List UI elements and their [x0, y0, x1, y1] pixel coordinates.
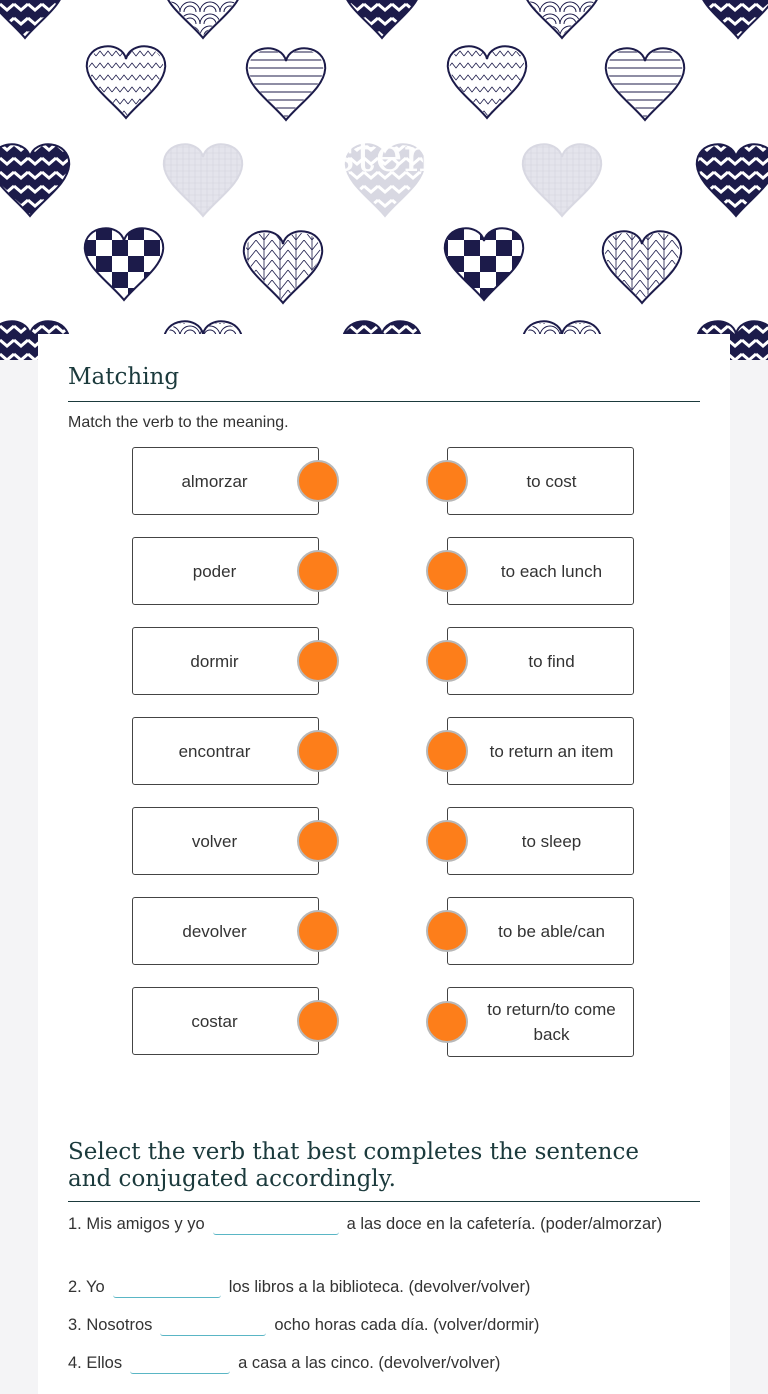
- match-left-item[interactable]: almorzar: [132, 447, 319, 515]
- match-left-item[interactable]: volver: [132, 807, 319, 875]
- match-right-connector-dot[interactable]: [426, 910, 468, 952]
- worksheet-card: Matching Match the verb to the meaning. …: [38, 334, 730, 1394]
- match-left-label: almorzar: [181, 471, 248, 491]
- match-right-item[interactable]: to sleep: [447, 807, 634, 875]
- match-right-item[interactable]: to return/to come back: [447, 987, 634, 1057]
- match-right-connector-dot[interactable]: [426, 730, 468, 772]
- match-left-item[interactable]: encontrar: [132, 717, 319, 785]
- match-right-connector-dot[interactable]: [426, 820, 468, 862]
- match-right-label: to find: [528, 651, 575, 671]
- heart-icon: [83, 227, 165, 302]
- answer-blank-input[interactable]: [130, 1353, 231, 1374]
- match-right-label: to sleep: [521, 831, 582, 851]
- match-left-connector-dot[interactable]: [297, 730, 339, 772]
- match-left-connector-dot[interactable]: [297, 910, 339, 952]
- worksheet-title: o e stem ng: [243, 128, 525, 182]
- match-left-item[interactable]: poder: [132, 537, 319, 605]
- match-right-connector-dot[interactable]: [426, 460, 468, 502]
- answer-blank-input[interactable]: [212, 1214, 339, 1235]
- match-left-connector-dot[interactable]: [297, 460, 339, 502]
- match-right-label: to return an item: [489, 741, 614, 761]
- header-banner: o e stem ng: [0, 0, 768, 360]
- match-left-connector-dot[interactable]: [297, 1000, 339, 1042]
- match-left-label: poder: [192, 561, 237, 581]
- matching-divider: [68, 401, 700, 402]
- match-right-label: to each lunch: [500, 561, 603, 581]
- match-left-label: dormir: [190, 651, 239, 671]
- match-left-label: costar: [191, 1011, 238, 1031]
- match-left-connector-dot[interactable]: [297, 640, 339, 682]
- match-left-item[interactable]: costar: [132, 987, 319, 1055]
- match-left-label: devolver: [182, 921, 247, 941]
- match-right-item[interactable]: to find: [447, 627, 634, 695]
- heart-pattern-fill: [170, 0, 236, 37]
- fill-in-divider: [68, 1201, 700, 1202]
- answer-blank-input[interactable]: [160, 1315, 267, 1336]
- answer-blank-input[interactable]: [112, 1277, 221, 1298]
- match-right-label: to be able/can: [498, 921, 605, 941]
- heart-icon: [0, 0, 61, 40]
- question-item: 2. Yo los libros a la biblioteca. (devolv…: [68, 1274, 700, 1301]
- match-left-label: encontrar: [178, 741, 251, 761]
- match-right-connector-dot[interactable]: [426, 1001, 468, 1043]
- question-suffix: los libros a la biblioteca. (devolver/vo…: [228, 1278, 531, 1296]
- match-left-item[interactable]: devolver: [132, 897, 319, 965]
- match-left-label: volver: [191, 831, 238, 851]
- question-suffix: ocho horas cada día. (volver/dormir): [274, 1316, 540, 1334]
- question-prefix: 1. Mis amigos y yo: [68, 1215, 205, 1233]
- match-right-connector-dot[interactable]: [426, 550, 468, 592]
- match-left-connector-dot[interactable]: [297, 550, 339, 592]
- match-right-connector-dot[interactable]: [426, 640, 468, 682]
- heart-icon: [702, 0, 768, 40]
- match-right-label: to return/to come back: [487, 1000, 616, 1044]
- question-prefix: 3. Nosotros: [68, 1316, 153, 1334]
- question-item: 1. Mis amigos y yo a las doce en la cafet…: [68, 1211, 700, 1238]
- question-prefix: 2. Yo: [68, 1278, 105, 1296]
- question-suffix: a casa a las cinco. (devolver/volver): [238, 1354, 501, 1372]
- match-right-label: to cost: [526, 471, 577, 491]
- heart-pattern-fill: [529, 0, 595, 37]
- question-item: 3. Nosotros ocho horas cada día. (volver/…: [68, 1312, 700, 1339]
- heart-icon: [346, 0, 418, 40]
- match-right-item[interactable]: to cost: [447, 447, 634, 515]
- matching-title: Matching: [68, 364, 180, 390]
- question-item: 4. Ellos a casa a las cinco. (devolver/vo…: [68, 1350, 700, 1377]
- question-suffix: a las doce en la cafetería. (poder/almor…: [346, 1215, 663, 1233]
- match-left-connector-dot[interactable]: [297, 820, 339, 862]
- heart-icon: [443, 227, 525, 302]
- fill-in-title: Select the verb that best completes the …: [68, 1139, 639, 1192]
- matching-instruction: Match the verb to the meaning.: [68, 414, 289, 431]
- match-right-item[interactable]: to be able/can: [447, 897, 634, 965]
- question-prefix: 4. Ellos: [68, 1354, 123, 1372]
- match-right-item[interactable]: to each lunch: [447, 537, 634, 605]
- match-left-item[interactable]: dormir: [132, 627, 319, 695]
- match-right-item[interactable]: to return an item: [447, 717, 634, 785]
